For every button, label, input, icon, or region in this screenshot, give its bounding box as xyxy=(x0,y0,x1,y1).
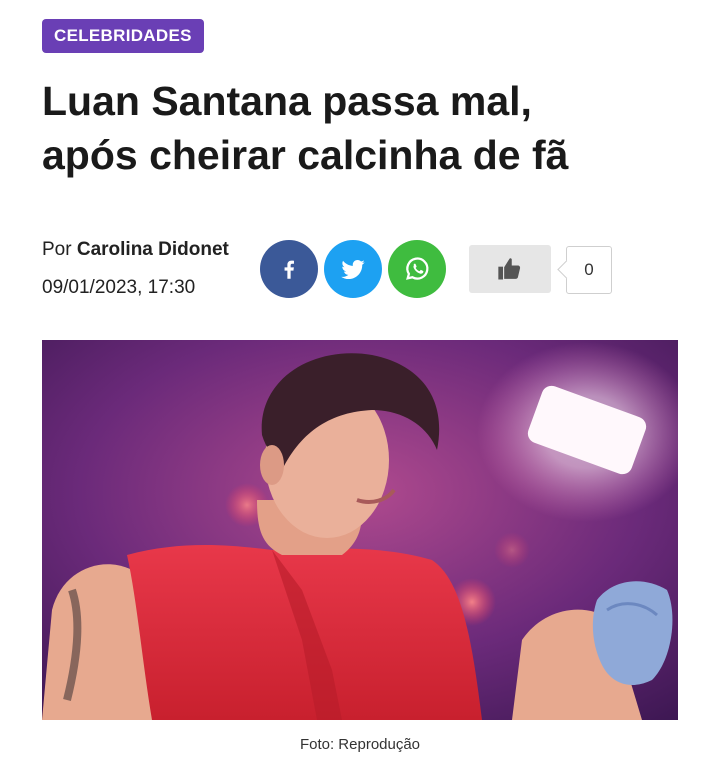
publish-datetime: 09/01/2023, 17:30 xyxy=(42,277,196,298)
byline: Por Carolina Didonet xyxy=(42,238,229,262)
like-count: 0 xyxy=(566,246,612,294)
twitter-icon xyxy=(341,260,365,280)
article-headline: Luan Santana passa mal, após cheirar cal… xyxy=(42,74,702,182)
photo-caption: Foto: Reprodução xyxy=(299,736,421,753)
facebook-share-button[interactable] xyxy=(260,240,318,298)
headline-line-1: Luan Santana passa mal, xyxy=(42,78,532,124)
byline-prefix: Por xyxy=(42,239,72,260)
facebook-icon xyxy=(284,260,294,279)
article-page: CELEBRIDADES Luan Santana passa mal, apó… xyxy=(0,0,720,766)
headline-line-2: após cheirar calcinha de fã xyxy=(42,132,569,178)
thumbs-up-icon xyxy=(498,258,521,280)
like-button[interactable] xyxy=(469,245,551,293)
author-name[interactable]: Carolina Didonet xyxy=(77,239,229,260)
twitter-share-button[interactable] xyxy=(324,240,382,298)
whatsapp-share-button[interactable] xyxy=(388,240,446,298)
category-badge[interactable]: CELEBRIDADES xyxy=(42,19,204,53)
concert-photo-image xyxy=(42,340,678,720)
article-photo[interactable] xyxy=(42,340,678,720)
whatsapp-icon xyxy=(406,257,429,280)
